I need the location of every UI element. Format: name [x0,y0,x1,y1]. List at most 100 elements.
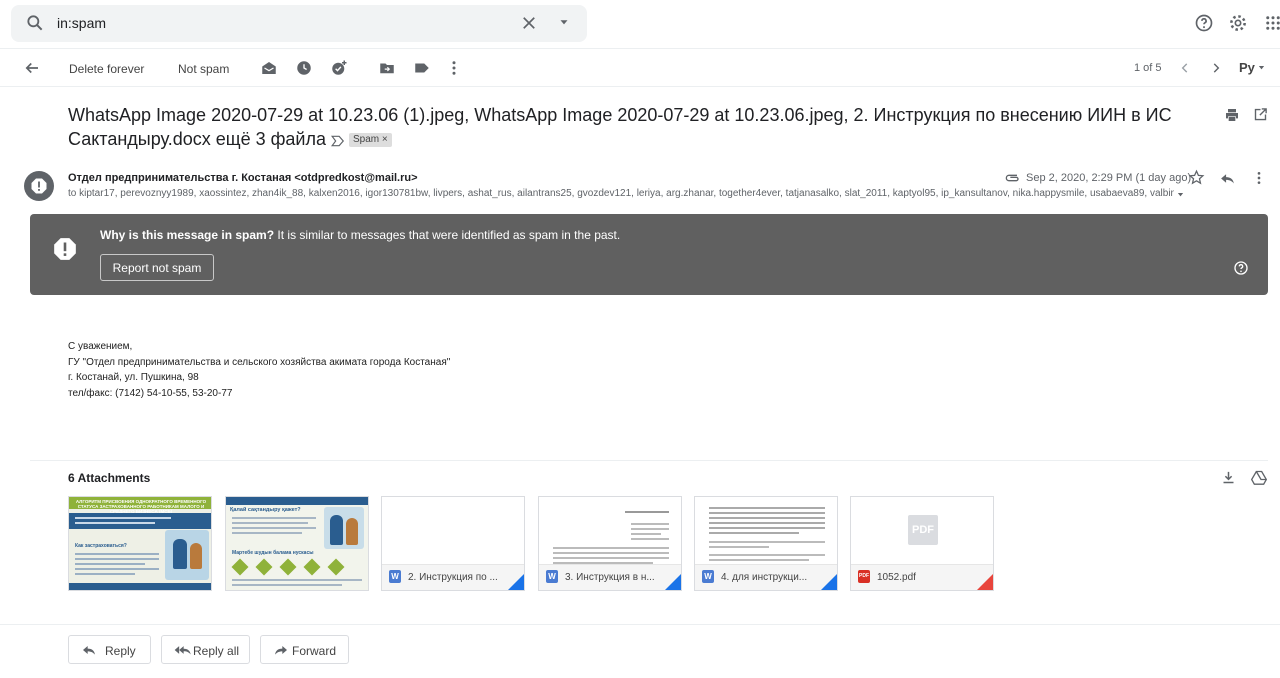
doc-preview-line [394,510,512,512]
doc-preview-line [394,535,512,537]
print-icon[interactable] [1224,107,1240,123]
more-vertical-icon[interactable] [1251,170,1267,186]
doc-preview-line [394,525,512,527]
add-task-icon[interactable] [330,59,348,77]
attachment-name: 1052.pdf [877,572,916,583]
importance-marker-icon[interactable] [331,135,345,147]
doc-preview [394,505,512,550]
help-icon[interactable] [1233,260,1249,276]
doc-preview-line [394,505,512,507]
word-doc-icon: W [546,570,558,583]
attachment-icon [1005,174,1019,182]
attachment-docx-2[interactable]: W 3. Инструкция в н... [538,496,682,591]
attachment-footer: PDF 1052.pdf [851,564,993,590]
infographic-subheading: Мартебе шудын балама нускасы [232,550,314,556]
forward-icon [275,646,287,655]
reply-all-icon [174,646,191,655]
recipients-details-caret-icon[interactable] [1176,190,1185,199]
spam-question: Why is this message in spam? [100,228,275,242]
help-icon[interactable] [1194,13,1214,33]
doc-corner [508,574,524,590]
attachment-image-1[interactable]: АЛГОРИТМ ПРИСВОЕНИЯ ОДНОКРАТНОГО ВРЕМЕНН… [68,496,212,591]
delete-forever-button[interactable]: Delete forever [69,62,144,76]
message-date: Sep 2, 2020, 2:29 PM (1 day ago) [1026,172,1192,184]
attachment-footer: W 2. Инструкция по ... [382,564,524,590]
signature-line: ГУ "Отдел предпринимательства и сельског… [68,357,451,368]
gear-icon[interactable] [1228,13,1248,33]
attachment-pdf[interactable]: PDF PDF 1052.pdf [850,496,994,591]
signature-line: г. Костанай, ул. Пушкина, 98 [68,372,199,383]
move-to-icon[interactable] [378,59,396,77]
pdf-placeholder-icon: PDF [908,515,938,545]
word-doc-icon: W [389,570,401,583]
doc-corner [821,574,837,590]
attachment-footer: W 4. для инструкци... [695,564,837,590]
doc-preview-line [394,545,465,547]
attachment-name: 4. для инструкци... [721,572,808,583]
spam-explanation: It is similar to messages that were iden… [274,228,621,242]
warning-octagon-icon [54,238,76,260]
pdf-corner [977,574,993,590]
doc-preview-line [394,520,512,522]
signature-line: тел/факс: (7142) 54-10-55, 53-20-77 [68,388,233,399]
spam-reason-text: Why is this message in spam? It is simil… [100,228,620,242]
snooze-clock-icon[interactable] [295,59,313,77]
reply-button[interactable]: Reply [68,635,151,664]
download-all-icon[interactable] [1221,470,1236,485]
attachment-name: 2. Инструкция по ... [408,572,498,583]
open-new-window-icon[interactable] [1253,107,1268,122]
forward-label: Forward [292,644,337,658]
spam-warning-banner [30,214,1268,295]
report-not-spam-button[interactable]: Report not spam [100,254,214,281]
caret-down-icon[interactable] [1257,63,1266,72]
reply-label: Reply [105,644,136,658]
attachments-divider [30,460,1268,461]
doc-preview-line [394,540,512,542]
mark-unread-icon[interactable] [260,59,278,77]
message-subject: WhatsApp Image 2020-07-29 at 10.23.06 (1… [68,103,1178,151]
spam-label-chip[interactable]: Spam × [349,133,392,147]
recipients-line[interactable]: to kiptar17, perevoznyy1989, xaossintez,… [68,188,1174,199]
more-vertical-icon[interactable] [445,59,463,77]
star-icon[interactable] [1188,169,1205,186]
signature-line: С уважением, [68,341,133,352]
chevron-right-icon[interactable] [1209,61,1223,75]
bottom-divider [0,624,1280,625]
infographic-heading: Қалай сақтандыру қажет? [230,507,301,513]
reply-all-label: Reply all [193,644,240,658]
infographic-heading: АЛГОРИТМ ПРИСВОЕНИЯ ОДНОКРАТНОГО ВРЕМЕНН… [75,499,207,514]
doc-preview-line [394,530,488,532]
spam-label-text: Spam [353,134,380,145]
reply-all-button[interactable]: Reply all [161,635,250,664]
toolbar-divider [0,86,1280,87]
warning-octagon-icon [31,178,47,194]
attachment-footer: W 3. Инструкция в н... [539,564,681,590]
attachment-name: 3. Инструкция в н... [565,572,655,583]
search-input[interactable]: in:spam [57,15,106,31]
remove-label-icon[interactable]: × [382,134,388,145]
close-icon[interactable] [520,14,538,32]
word-doc-icon: W [702,570,714,583]
sender-name[interactable]: Отдел предпринимательства г. Костаная <o… [68,172,418,184]
label-icon[interactable] [413,59,431,77]
subject-text: WhatsApp Image 2020-07-29 at 10.23.06 (1… [68,105,1172,149]
back-arrow-icon[interactable] [23,59,41,77]
forward-button[interactable]: Forward [260,635,349,664]
save-to-drive-icon[interactable] [1251,470,1267,485]
attachment-docx-1[interactable]: W 2. Инструкция по ... [381,496,525,591]
header-divider [0,48,1280,49]
pager-count: 1 of 5 [1134,62,1162,74]
caret-down-icon[interactable] [557,15,571,29]
doc-corner [665,574,681,590]
pdf-file-icon: PDF [858,570,870,583]
search-icon[interactable] [25,13,45,33]
apps-grid-icon[interactable] [1264,14,1280,32]
reply-icon[interactable] [1219,170,1236,187]
not-spam-button[interactable]: Not spam [178,62,229,76]
input-tools-language[interactable]: Ру [1239,60,1255,75]
attachments-title: 6 Attachments [68,471,151,485]
attachment-image-2[interactable]: Қалай сақтандыру қажет? Мартебе шудын ба… [225,496,369,591]
attachment-docx-3[interactable]: W 4. для инструкци... [694,496,838,591]
doc-preview-line [394,515,512,517]
chevron-left-icon[interactable] [1178,61,1192,75]
